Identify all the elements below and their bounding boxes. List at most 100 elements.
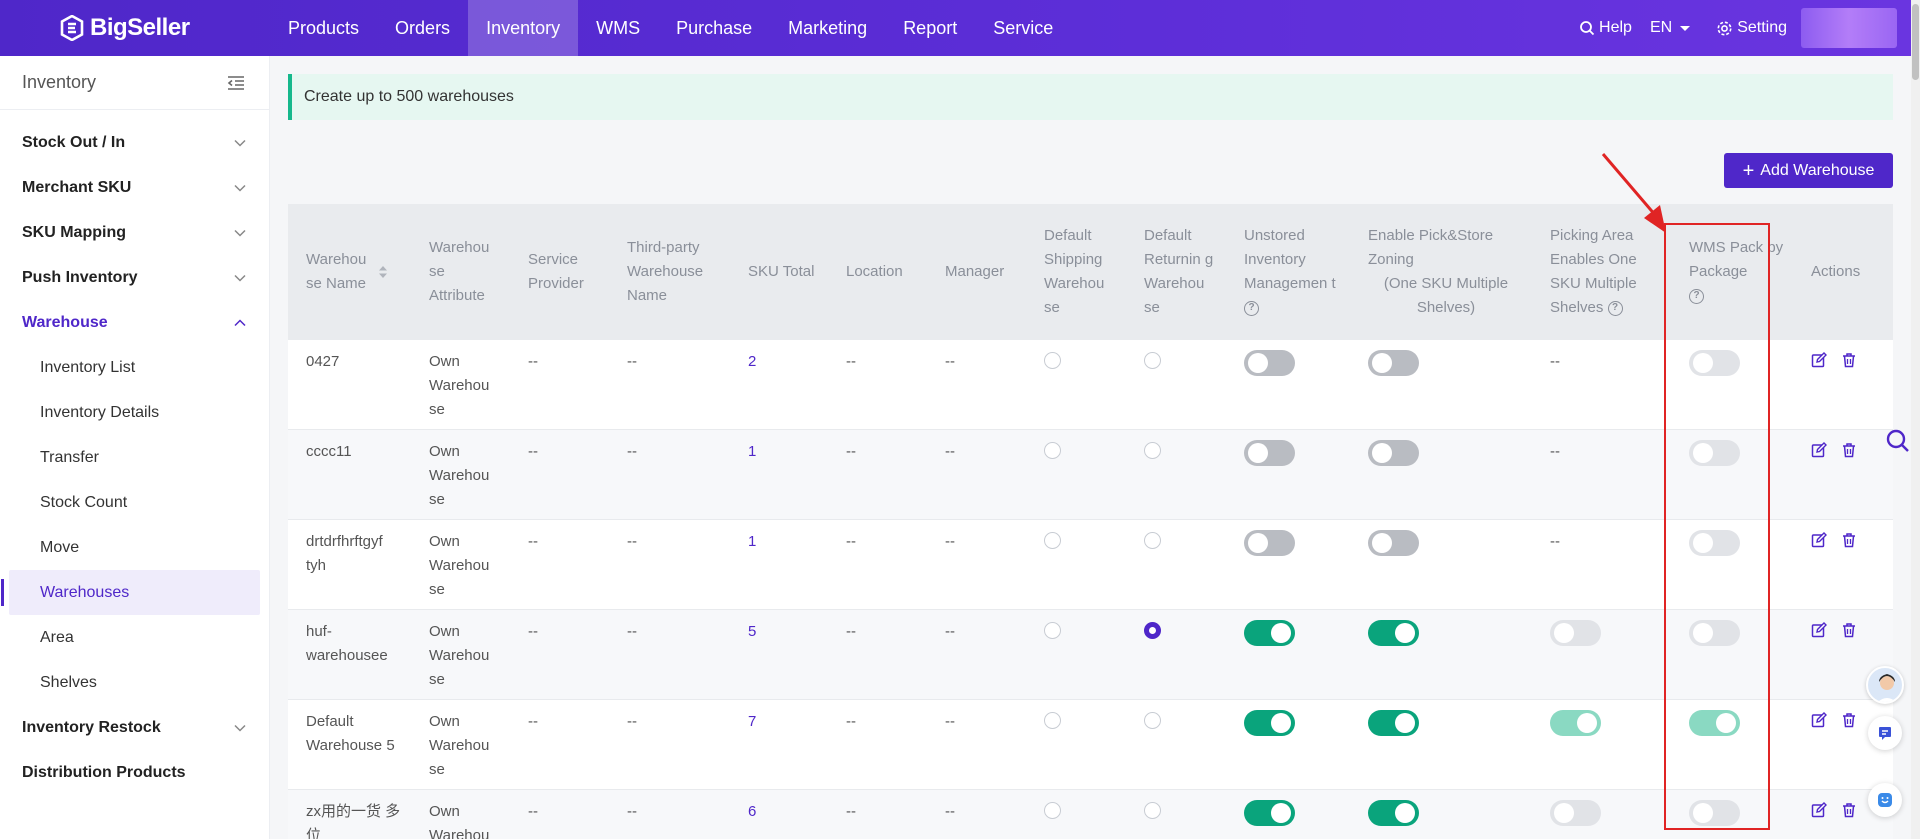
sku-total-link[interactable]: 6 bbox=[730, 790, 828, 839]
sidebar-subitem-stock-count[interactable]: Stock Count bbox=[9, 480, 260, 525]
default-returning-radio[interactable] bbox=[1144, 712, 1161, 729]
sidebar-item-distribution-products[interactable]: Distribution Products bbox=[0, 750, 269, 795]
default-shipping-radio[interactable] bbox=[1044, 622, 1061, 639]
edit-icon[interactable] bbox=[1811, 532, 1827, 548]
default-returning-radio[interactable] bbox=[1144, 352, 1161, 369]
nav-item-inventory[interactable]: Inventory bbox=[468, 0, 579, 56]
sidebar-item-sku-mapping[interactable]: SKU Mapping bbox=[0, 210, 269, 255]
nav-item-marketing[interactable]: Marketing bbox=[770, 0, 885, 56]
sidebar-item-inventory-restock[interactable]: Inventory Restock bbox=[0, 705, 269, 750]
unstored-inventory-toggle[interactable] bbox=[1244, 710, 1295, 736]
nav-item-report[interactable]: Report bbox=[885, 0, 975, 56]
table-row: 0427 Own Warehou se -- -- 2 -- -- -- bbox=[288, 340, 1893, 430]
default-returning-radio[interactable] bbox=[1144, 622, 1161, 639]
col-warehouse-name[interactable]: Warehou se Name bbox=[288, 204, 411, 340]
delete-icon[interactable] bbox=[1841, 532, 1857, 548]
actions-cell bbox=[1793, 340, 1893, 429]
default-returning-radio[interactable] bbox=[1144, 802, 1161, 819]
question-icon[interactable]: ? bbox=[1607, 300, 1623, 316]
default-shipping-radio[interactable] bbox=[1044, 802, 1061, 819]
delete-icon[interactable] bbox=[1841, 802, 1857, 818]
page-scrollbar[interactable] bbox=[1911, 0, 1920, 839]
support-avatar[interactable] bbox=[1866, 666, 1904, 704]
default-returning-radio[interactable] bbox=[1144, 532, 1161, 549]
sidebar-item-stock-out-in[interactable]: Stock Out / In bbox=[0, 120, 269, 165]
sidebar-subitem-inventory-list[interactable]: Inventory List bbox=[9, 345, 260, 390]
sort-icon[interactable] bbox=[378, 265, 388, 279]
delete-icon[interactable] bbox=[1841, 352, 1857, 368]
edit-icon[interactable] bbox=[1811, 622, 1827, 638]
picking-area-toggle[interactable] bbox=[1550, 710, 1601, 736]
sidebar-subitem-inventory-details[interactable]: Inventory Details bbox=[9, 390, 260, 435]
pick-store-zoning-toggle[interactable] bbox=[1368, 710, 1419, 736]
edit-icon[interactable] bbox=[1811, 352, 1827, 368]
sidebar-item-warehouse[interactable]: Warehouse bbox=[0, 300, 269, 345]
unstored-cell bbox=[1226, 430, 1350, 519]
unstored-inventory-toggle[interactable] bbox=[1244, 800, 1295, 826]
default-returning-radio[interactable] bbox=[1144, 442, 1161, 459]
floating-ticket-button[interactable] bbox=[1868, 716, 1902, 750]
setting-link[interactable]: Setting bbox=[1716, 19, 1787, 37]
pick-store-zoning-toggle[interactable] bbox=[1368, 800, 1419, 826]
unstored-inventory-toggle[interactable] bbox=[1244, 350, 1295, 376]
pick-store-zoning-toggle[interactable] bbox=[1368, 530, 1419, 556]
manager-cell: -- bbox=[945, 443, 955, 460]
unstored-cell bbox=[1226, 700, 1350, 789]
pick-store-zoning-toggle[interactable] bbox=[1368, 440, 1419, 466]
delete-icon[interactable] bbox=[1841, 712, 1857, 728]
warehouse-name-cell: cccc11 bbox=[306, 443, 352, 460]
warehouse-attribute-cell: Own Warehou se bbox=[429, 443, 490, 508]
collapse-sidebar-icon[interactable] bbox=[227, 75, 245, 91]
add-warehouse-button[interactable]: + Add Warehouse bbox=[1724, 153, 1893, 188]
default-shipping-radio[interactable] bbox=[1044, 352, 1061, 369]
help-link[interactable]: Help bbox=[1579, 19, 1632, 37]
service-provider-cell: -- bbox=[528, 713, 538, 730]
floating-search-icon[interactable] bbox=[1885, 428, 1911, 454]
default-shipping-radio[interactable] bbox=[1044, 532, 1061, 549]
sidebar-subitem-move[interactable]: Move bbox=[9, 525, 260, 570]
nav-item-wms[interactable]: WMS bbox=[578, 0, 658, 56]
edit-icon[interactable] bbox=[1811, 802, 1827, 818]
pick-store-zoning-toggle[interactable] bbox=[1368, 620, 1419, 646]
sidebar-item-push-inventory[interactable]: Push Inventory bbox=[0, 255, 269, 300]
scrollbar-thumb[interactable] bbox=[1912, 4, 1919, 80]
nav-item-purchase[interactable]: Purchase bbox=[658, 0, 770, 56]
sidebar-item-label: Push Inventory bbox=[22, 268, 138, 286]
language-select[interactable]: EN bbox=[1650, 19, 1698, 37]
sku-total-link[interactable]: 1 bbox=[730, 430, 828, 519]
sidebar-subitem-warehouses[interactable]: Warehouses bbox=[1, 570, 260, 615]
nav-item-products[interactable]: Products bbox=[270, 0, 377, 56]
picking-area-toggle[interactable] bbox=[1550, 800, 1601, 826]
unstored-cell bbox=[1226, 520, 1350, 609]
logo[interactable]: BigSeller bbox=[60, 14, 270, 42]
sku-total-link[interactable]: 1 bbox=[730, 520, 828, 609]
nav-item-service[interactable]: Service bbox=[975, 0, 1071, 56]
col-location: Location bbox=[846, 263, 903, 280]
unstored-inventory-toggle[interactable] bbox=[1244, 530, 1295, 556]
nav-item-orders[interactable]: Orders bbox=[377, 0, 468, 56]
edit-icon[interactable] bbox=[1811, 712, 1827, 728]
pick-store-zoning-toggle[interactable] bbox=[1368, 350, 1419, 376]
sku-total-link[interactable]: 5 bbox=[730, 610, 828, 699]
unstored-inventory-toggle[interactable] bbox=[1244, 620, 1295, 646]
default-shipping-radio[interactable] bbox=[1044, 442, 1061, 459]
picking-area-toggle[interactable] bbox=[1550, 620, 1601, 646]
question-icon[interactable]: ? bbox=[1244, 300, 1259, 316]
default-shipping-radio[interactable] bbox=[1044, 712, 1061, 729]
edit-icon[interactable] bbox=[1811, 442, 1827, 458]
sidebar-subitem-transfer[interactable]: Transfer bbox=[9, 435, 260, 480]
location-cell: -- bbox=[846, 803, 856, 820]
delete-icon[interactable] bbox=[1841, 442, 1857, 458]
unstored-inventory-toggle[interactable] bbox=[1244, 440, 1295, 466]
sku-total-link[interactable]: 2 bbox=[730, 340, 828, 429]
sku-total-link[interactable]: 7 bbox=[730, 700, 828, 789]
third-party-cell: -- bbox=[627, 803, 637, 820]
floating-feedback-button[interactable] bbox=[1868, 783, 1902, 817]
delete-icon[interactable] bbox=[1841, 622, 1857, 638]
user-account-menu[interactable] bbox=[1801, 8, 1897, 48]
nav-right: Help EN Setting bbox=[1561, 0, 1897, 56]
sidebar-subitem-shelves[interactable]: Shelves bbox=[9, 660, 260, 705]
unstored-cell bbox=[1226, 340, 1350, 429]
sidebar-subitem-area[interactable]: Area bbox=[9, 615, 260, 660]
sidebar-item-merchant-sku[interactable]: Merchant SKU bbox=[0, 165, 269, 210]
